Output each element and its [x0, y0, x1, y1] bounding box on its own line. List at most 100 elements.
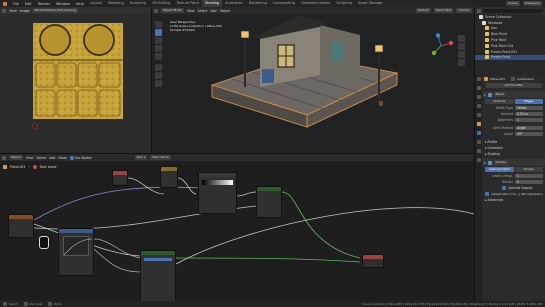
- simple-tab[interactable]: Simple: [514, 167, 543, 172]
- viewport-add-menu[interactable]: Add: [210, 9, 216, 13]
- bevel-edges-tab[interactable]: Edges: [514, 99, 543, 104]
- mapping-node[interactable]: [58, 228, 94, 276]
- tab-modeling[interactable]: Modeling: [105, 0, 127, 7]
- material-output-node[interactable]: [362, 254, 384, 268]
- cursor-tool-icon[interactable]: [155, 21, 162, 28]
- measure-tool-icon[interactable]: [155, 80, 162, 87]
- viewport-object-menu[interactable]: Object: [220, 9, 230, 13]
- bevel-segments-row: Segments 1: [482, 117, 545, 123]
- menu-edit[interactable]: Edit: [22, 2, 35, 6]
- tab-animation[interactable]: Animation: [222, 0, 246, 7]
- transform-tool-icon[interactable]: [155, 64, 162, 71]
- render-levels-field[interactable]: 2: [515, 179, 543, 185]
- object-tab-icon[interactable]: [476, 122, 481, 126]
- node-header: [199, 173, 236, 177]
- bevel-modifier-icon: [487, 92, 492, 97]
- output-tab-icon[interactable]: [476, 95, 481, 99]
- menu-render[interactable]: Render: [35, 2, 53, 6]
- angle-field[interactable]: 30°: [515, 131, 543, 137]
- material-tab-icon[interactable]: [476, 158, 481, 162]
- levels-viewport-field[interactable]: 1: [515, 173, 543, 179]
- chevron-down-icon[interactable]: ▾: [484, 93, 486, 97]
- tab-compositing[interactable]: Compositing: [270, 0, 298, 7]
- physics-tab-icon[interactable]: [476, 149, 481, 153]
- tab-shading[interactable]: Shading: [201, 0, 223, 7]
- node-header: [113, 171, 127, 175]
- autosmooth-checkbox[interactable]: [485, 192, 489, 196]
- 3d-viewport[interactable]: Object Mode View Select Add Object Defau…: [152, 7, 474, 153]
- tab-geometry-nodes[interactable]: Geometry Nodes: [298, 0, 334, 7]
- zoom-icon[interactable]: [458, 35, 465, 42]
- scale-tool-icon[interactable]: [155, 53, 162, 60]
- node-editor[interactable]: Object View Select Add Node Use Nodes Sl…: [0, 153, 474, 306]
- bevel-vertices-tab[interactable]: Vertices: [485, 99, 514, 104]
- outliner-editor-icon[interactable]: [477, 8, 481, 13]
- light-icon: [485, 49, 489, 54]
- bump-node[interactable]: [140, 250, 176, 306]
- tool-tab-icon[interactable]: [476, 77, 481, 81]
- mouse-left-icon: [3, 302, 7, 306]
- drag-selector[interactable]: Select Box: [433, 8, 454, 13]
- tab-layout[interactable]: Layout: [87, 0, 105, 7]
- catmull-clark-tab[interactable]: Catmull-Clark: [485, 167, 514, 172]
- viewport-options-button[interactable]: Options: [456, 8, 472, 13]
- tab-asset-manage[interactable]: Asset Manage: [355, 0, 386, 7]
- amount-field[interactable]: 0.03 m: [515, 111, 543, 117]
- menu-help[interactable]: Help: [73, 2, 87, 6]
- segments-field[interactable]: 1: [515, 117, 543, 123]
- image-editor-icon[interactable]: [2, 8, 6, 13]
- shading-section[interactable]: ▸ Shading: [482, 151, 545, 157]
- subdiv-header[interactable]: ▾ Subdiv: [482, 159, 545, 166]
- optimal-display-checkbox[interactable]: [502, 186, 506, 190]
- scene-tab-icon[interactable]: [476, 104, 481, 108]
- viewport-editor-icon[interactable]: [154, 8, 158, 13]
- render-tab-icon[interactable]: [476, 86, 481, 90]
- modifier-tab-icon[interactable]: [476, 131, 481, 135]
- scene-selector[interactable]: Scene: [506, 1, 520, 6]
- viewport-view-menu[interactable]: View: [187, 9, 195, 13]
- select-tool-icon[interactable]: [155, 29, 162, 36]
- rotate-tool-icon[interactable]: [155, 45, 162, 52]
- object-name-label: Plane.003: [490, 76, 505, 81]
- principled-bsdf-node[interactable]: [256, 186, 282, 218]
- width-type-select[interactable]: Offset: [515, 105, 543, 111]
- perspective-toggle-icon[interactable]: [458, 59, 465, 66]
- bevel-name-field[interactable]: Bevel: [493, 92, 506, 97]
- tab-rendering[interactable]: Rendering: [246, 0, 270, 7]
- image-texture-node-1[interactable]: [112, 170, 128, 186]
- bevel-header[interactable]: ▾ Bevel: [482, 91, 545, 98]
- limit-method-select[interactable]: Angle: [515, 125, 543, 131]
- tab-uv-editing[interactable]: UV Editing: [149, 0, 173, 7]
- move-tool-icon[interactable]: [155, 37, 162, 44]
- blender-logo-icon[interactable]: [3, 1, 7, 6]
- orientation-selector[interactable]: Default: [415, 8, 431, 13]
- viewport-select-menu[interactable]: Select: [197, 9, 207, 13]
- subdiv-name-field[interactable]: Subdiv: [493, 160, 508, 165]
- navigation-gizmo-icon[interactable]: [428, 33, 454, 59]
- image-name-field[interactable]: WindowTexture_Extruded.png: [32, 8, 79, 13]
- annotate-tool-icon[interactable]: [155, 72, 162, 79]
- color-ramp-node[interactable]: [198, 172, 237, 214]
- menu-file[interactable]: File: [10, 2, 22, 6]
- tab-scripting[interactable]: Scripting: [333, 0, 355, 7]
- texture-coordinate-node[interactable]: [8, 214, 34, 238]
- world-tab-icon[interactable]: [476, 113, 481, 117]
- outliner-header: [475, 7, 545, 14]
- image-image-menu[interactable]: Image: [20, 9, 30, 13]
- tab-sculpting[interactable]: Sculpting: [127, 0, 149, 7]
- outliner-item[interactable]: Purple Point: [475, 54, 545, 61]
- add-modifier-button[interactable]: Add Modifier: [486, 83, 542, 88]
- particles-tab-icon[interactable]: [476, 140, 481, 144]
- menu-window[interactable]: Window: [53, 2, 73, 6]
- advanced-section[interactable]: ▸ Advanced: [482, 197, 545, 203]
- tab-texture-paint[interactable]: Texture Paint: [173, 0, 202, 7]
- mode-selector[interactable]: Object Mode: [161, 8, 184, 13]
- chevron-down-icon[interactable]: ▾: [484, 161, 486, 165]
- camera-view-icon[interactable]: [458, 51, 465, 58]
- image-texture-node-2[interactable]: [160, 166, 178, 188]
- pan-icon[interactable]: [458, 43, 465, 50]
- outliner-search-input[interactable]: [483, 8, 543, 13]
- image-view-menu[interactable]: View: [9, 9, 17, 13]
- image-editor-header: View Image WindowTexture_Extruded.png: [0, 7, 151, 14]
- view-layer-selector[interactable]: ViewLayer: [522, 1, 542, 6]
